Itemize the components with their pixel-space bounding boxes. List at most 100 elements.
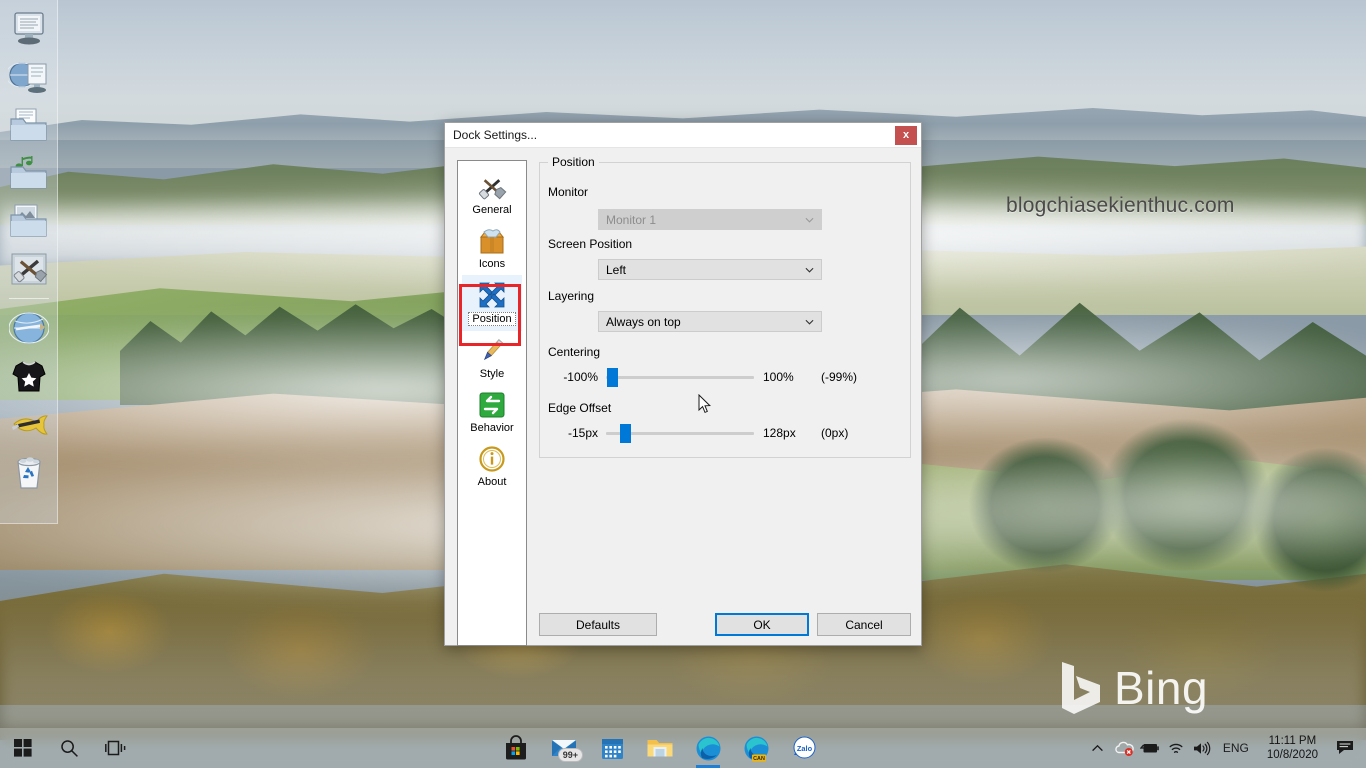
taskbar-app-file-explorer[interactable] — [636, 728, 684, 768]
clock-time: 11:11 PM — [1268, 735, 1317, 747]
dialog-button-row: Defaults OK Cancel — [539, 613, 911, 636]
task-view-icon — [104, 740, 125, 756]
taskbar-app-microsoft-store[interactable] — [492, 728, 540, 768]
sidebar-item-icons-label: Icons — [478, 258, 506, 270]
centering-label: Centering — [548, 345, 601, 359]
volume-icon — [1194, 741, 1211, 755]
taskbar-apps: 99+ CAN Zalo — [492, 728, 828, 768]
dialog-title: Dock Settings... — [453, 128, 538, 142]
sidebar-item-icons[interactable]: Icons — [462, 221, 522, 275]
box-icon — [475, 225, 509, 257]
battery-icon — [1139, 744, 1159, 753]
dialog-body: General Icons Position Style Behavior Ab… — [445, 148, 921, 646]
notification-center-button[interactable] — [1328, 728, 1362, 768]
centering-min-label: -100% — [563, 370, 598, 384]
dock-item-computer[interactable] — [5, 6, 53, 52]
taskbar-app-zalo[interactable]: Zalo — [780, 728, 828, 768]
centering-current-value: (-99%) — [821, 370, 858, 384]
screen-position-value: Left — [606, 262, 627, 277]
start-button[interactable] — [0, 728, 46, 768]
dialog-sidebar: General Icons Position Style Behavior Ab… — [457, 160, 527, 646]
edge-offset-current-value: (0px) — [821, 426, 849, 440]
monitor-computer-icon — [13, 12, 44, 45]
sidebar-item-style-label: Style — [479, 368, 505, 380]
sidebar-item-style[interactable]: Style — [462, 331, 522, 385]
wifi-tray-icon[interactable] — [1163, 728, 1189, 768]
move-arrows-icon — [475, 279, 509, 311]
svg-text:CAN: CAN — [753, 756, 765, 762]
ok-button[interactable]: OK — [715, 613, 809, 636]
dock-item-recycle-bin[interactable] — [5, 449, 53, 495]
sidebar-item-about-label: About — [477, 476, 507, 488]
centering-slider-thumb[interactable] — [607, 368, 619, 387]
dock-item-tools[interactable] — [5, 246, 53, 292]
music-folder-icon — [9, 156, 47, 189]
show-hidden-icons-button[interactable] — [1085, 728, 1111, 768]
dock-item-shirt[interactable] — [5, 353, 53, 399]
chevron-up-icon — [1092, 744, 1104, 751]
monitor-select[interactable]: Monitor 1 — [598, 209, 822, 230]
clock[interactable]: 11:11 PM 10/8/2020 — [1257, 734, 1328, 762]
task-view-button[interactable] — [92, 728, 138, 768]
dock-item-network[interactable] — [5, 54, 53, 100]
onedrive-icon — [1115, 741, 1134, 756]
language-indicator[interactable]: ENG — [1215, 741, 1257, 755]
sidebar-item-behavior[interactable]: Behavior — [462, 385, 522, 439]
desktop-dock[interactable] — [0, 0, 58, 524]
layering-select[interactable]: Always on top — [598, 311, 822, 332]
edge-offset-min-label: -15px — [567, 426, 598, 440]
dock-item-internet[interactable] — [5, 305, 53, 351]
windows-logo-icon — [14, 739, 32, 757]
taskbar-app-microsoft-edge[interactable] — [684, 728, 732, 768]
sidebar-item-position[interactable]: Position — [462, 275, 522, 331]
edge-offset-slider[interactable] — [606, 424, 754, 443]
edge-canary-icon: CAN — [744, 736, 768, 762]
sidebar-item-general[interactable]: General — [462, 167, 522, 221]
search-button[interactable] — [46, 728, 92, 768]
calendar-icon — [601, 738, 623, 759]
edge-icon — [696, 736, 720, 760]
globe-browser-icon — [8, 312, 49, 344]
fish-tools-icon — [11, 415, 48, 435]
bing-logo: Bing — [1060, 660, 1208, 716]
layering-value: Always on top — [606, 314, 681, 329]
hammer-wrench-icon — [475, 171, 509, 203]
edge-offset-label: Edge Offset — [548, 401, 612, 415]
sidebar-item-about[interactable]: About — [462, 439, 522, 493]
defaults-button[interactable]: Defaults — [539, 613, 657, 636]
dock-settings-dialog: Dock Settings... x General Icons Positio… — [444, 122, 922, 646]
clock-date: 10/8/2020 — [1266, 749, 1318, 761]
screen-position-select[interactable]: Left — [598, 259, 822, 280]
screen-position-label: Screen Position — [548, 237, 633, 251]
globe-document-icon — [7, 62, 46, 93]
sidebar-item-position-label: Position — [468, 312, 516, 326]
battery-tray-icon[interactable] — [1137, 728, 1163, 768]
documents-folder-icon — [9, 108, 47, 141]
dialog-titlebar[interactable]: Dock Settings... x — [445, 123, 921, 148]
dock-item-music[interactable] — [5, 150, 53, 196]
microsoft-store-icon — [506, 735, 526, 760]
cancel-button[interactable]: Cancel — [817, 613, 911, 636]
close-icon[interactable]: x — [895, 125, 917, 145]
position-group-title: Position — [548, 155, 599, 169]
dock-item-pictures[interactable] — [5, 198, 53, 244]
edge-offset-slider-thumb[interactable] — [619, 424, 631, 443]
dock-item-utilities[interactable] — [5, 401, 53, 447]
onedrive-tray-icon[interactable] — [1111, 728, 1137, 768]
chevron-down-icon — [805, 267, 814, 273]
taskbar-app-edge-canary[interactable]: CAN — [732, 728, 780, 768]
volume-tray-icon[interactable] — [1189, 728, 1215, 768]
centering-slider[interactable] — [606, 368, 754, 387]
sidebar-item-general-label: General — [472, 204, 512, 216]
centering-max-label: 100% — [763, 370, 794, 384]
zalo-icon: Zalo — [793, 736, 816, 759]
monitor-select-value: Monitor 1 — [606, 212, 657, 227]
layering-label: Layering — [548, 289, 595, 303]
dock-item-documents[interactable] — [5, 102, 53, 148]
taskbar-app-mail[interactable]: 99+ — [540, 728, 588, 768]
site-watermark: blogchiasekienthuc.com — [1006, 194, 1235, 217]
taskbar-left-group — [0, 728, 138, 768]
taskbar-app-calendar[interactable] — [588, 728, 636, 768]
windows-taskbar: 99+ CAN Zalo ENG 11:11 PM 10/8/2020 — [0, 728, 1366, 768]
monitor-label: Monitor — [548, 185, 589, 199]
